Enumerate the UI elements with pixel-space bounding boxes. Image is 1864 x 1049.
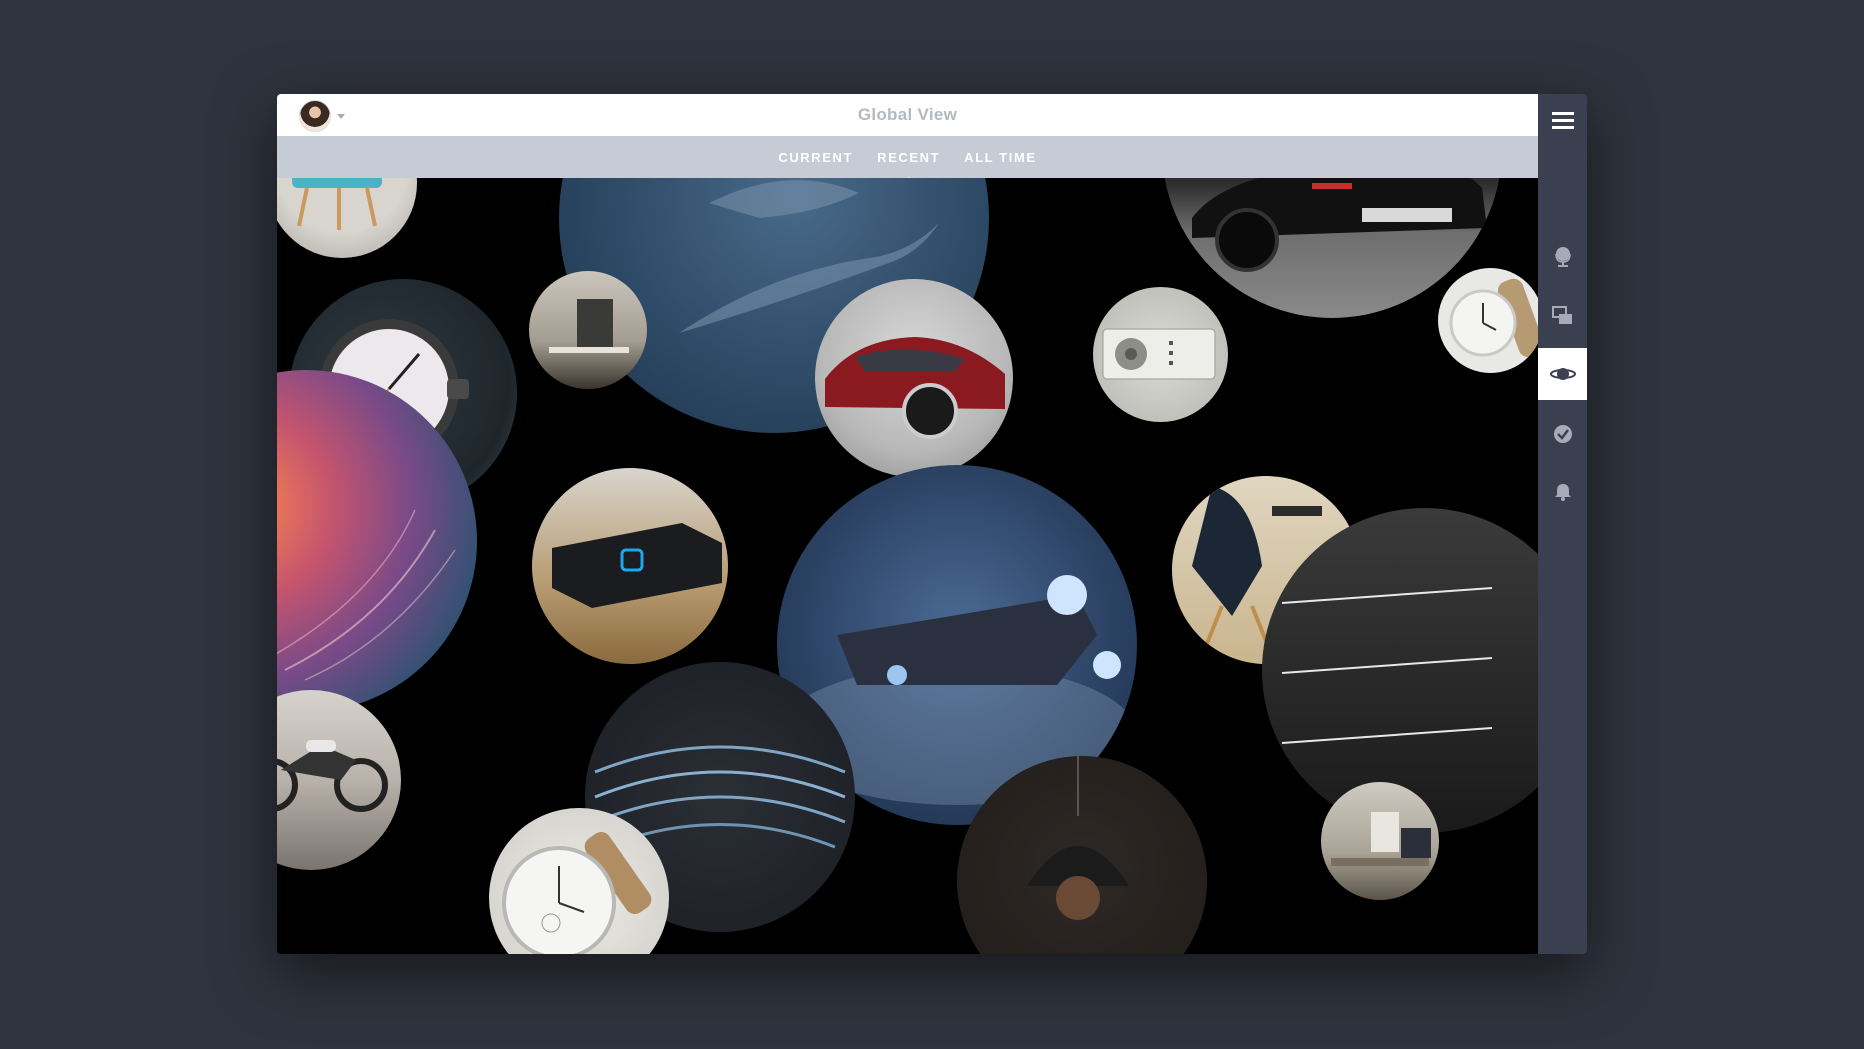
chair-image [292,178,382,230]
motorcycle-image [277,740,388,812]
bubble-white-watch[interactable] [1438,268,1538,373]
interior-image [549,299,629,353]
white-watch-image [1449,278,1538,358]
sidebar-item-globe[interactable] [1538,230,1587,282]
bubble-chair[interactable] [277,178,417,258]
chevron-down-icon[interactable] [337,113,345,119]
menu-icon [1551,112,1574,129]
right-sidebar [1538,94,1587,954]
sidebar-item-notifications[interactable] [1538,466,1587,518]
sidebar-item-planet[interactable] [1538,348,1587,400]
menu-button[interactable] [1538,94,1587,146]
living-room-image [1331,812,1431,866]
sidebar-item-check[interactable] [1538,408,1587,460]
user-avatar[interactable] [299,100,331,132]
tab-recent[interactable]: RECENT [877,146,940,182]
layers-icon [1551,306,1572,324]
bubble-motorcycle[interactable] [277,690,401,870]
streaming-box-image [552,523,722,608]
sidebar-item-layers[interactable] [1538,290,1587,342]
time-filter-tabs: CURRENT RECENT ALL TIME [277,136,1538,182]
page-title: Global View [857,105,958,124]
tab-current[interactable]: CURRENT [778,146,853,169]
bell-icon [1554,484,1571,501]
radio-image [1102,328,1216,380]
globe-icon [1554,247,1571,267]
bubble-canvas[interactable] [277,178,1538,954]
check-circle-icon [1553,425,1572,443]
bubble-radio[interactable] [1093,287,1228,422]
app-window: Global View CURRENT RECENT ALL TIME [277,94,1587,954]
bubble-living-room[interactable] [1321,782,1439,900]
red-sedan-image [825,337,1005,439]
bubble-streaming-box[interactable] [532,468,728,664]
bubble-red-sedan[interactable] [815,279,1013,477]
planet-icon [1549,368,1576,380]
tab-all-time[interactable]: ALL TIME [964,146,1037,169]
top-bar: Global View [277,94,1538,136]
user-menu[interactable] [299,100,345,132]
bubble-interior[interactable] [529,271,647,389]
